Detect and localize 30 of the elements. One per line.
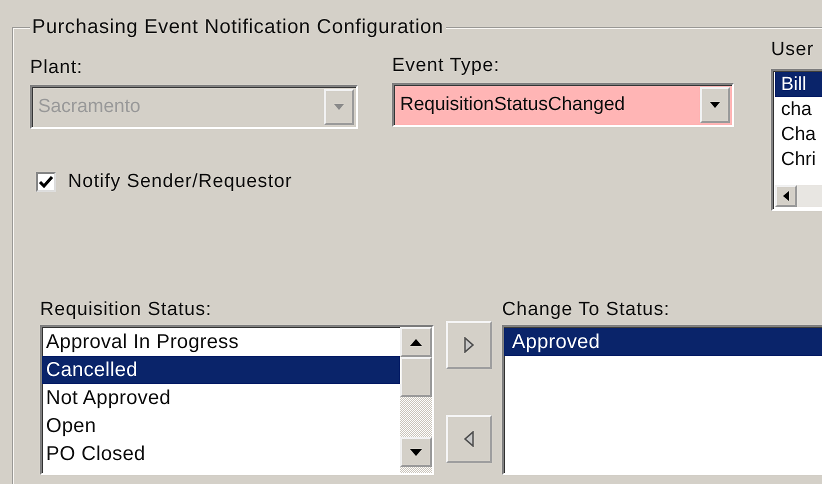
right-triangle-icon [464,337,474,353]
scroll-left-icon [783,191,789,201]
caret-icon [334,104,344,110]
caret-icon [710,102,720,108]
group-title: Purchasing Event Notification Configuration [31,16,445,39]
field-label: User [771,39,815,61]
field-label: Requisition Status: [40,299,213,321]
list-item[interactable]: Approval In Progress [42,328,400,356]
list-item[interactable]: Approved [504,328,822,356]
dropdown[interactable]: RequisitionStatusChanged [392,83,734,127]
vertical-scrollbar[interactable] [400,327,432,473]
list-item[interactable]: PO Closed [42,440,400,468]
left-triangle-icon [464,431,474,447]
check-icon [39,176,53,188]
field-label: Plant: [30,57,84,79]
checkbox-label: Notify Sender/Requestor [68,171,292,193]
list-item[interactable]: Cancelled [42,356,400,384]
list-item[interactable]: Cha [775,122,822,147]
checkbox[interactable] [36,172,56,192]
list-item[interactable]: Open [42,412,400,440]
move-right-button[interactable] [446,321,492,369]
scroll-up-icon [410,338,422,346]
scroll-down-icon [410,448,422,456]
field-label: Event Type: [392,55,501,77]
list-item[interactable]: Bill [775,72,822,97]
field-label: Change To Status: [502,299,671,321]
list-item[interactable]: cha [775,97,822,122]
list-item[interactable]: Not Approved [42,384,400,412]
list-item[interactable]: Chri [775,147,822,172]
move-left-button[interactable] [446,415,492,463]
